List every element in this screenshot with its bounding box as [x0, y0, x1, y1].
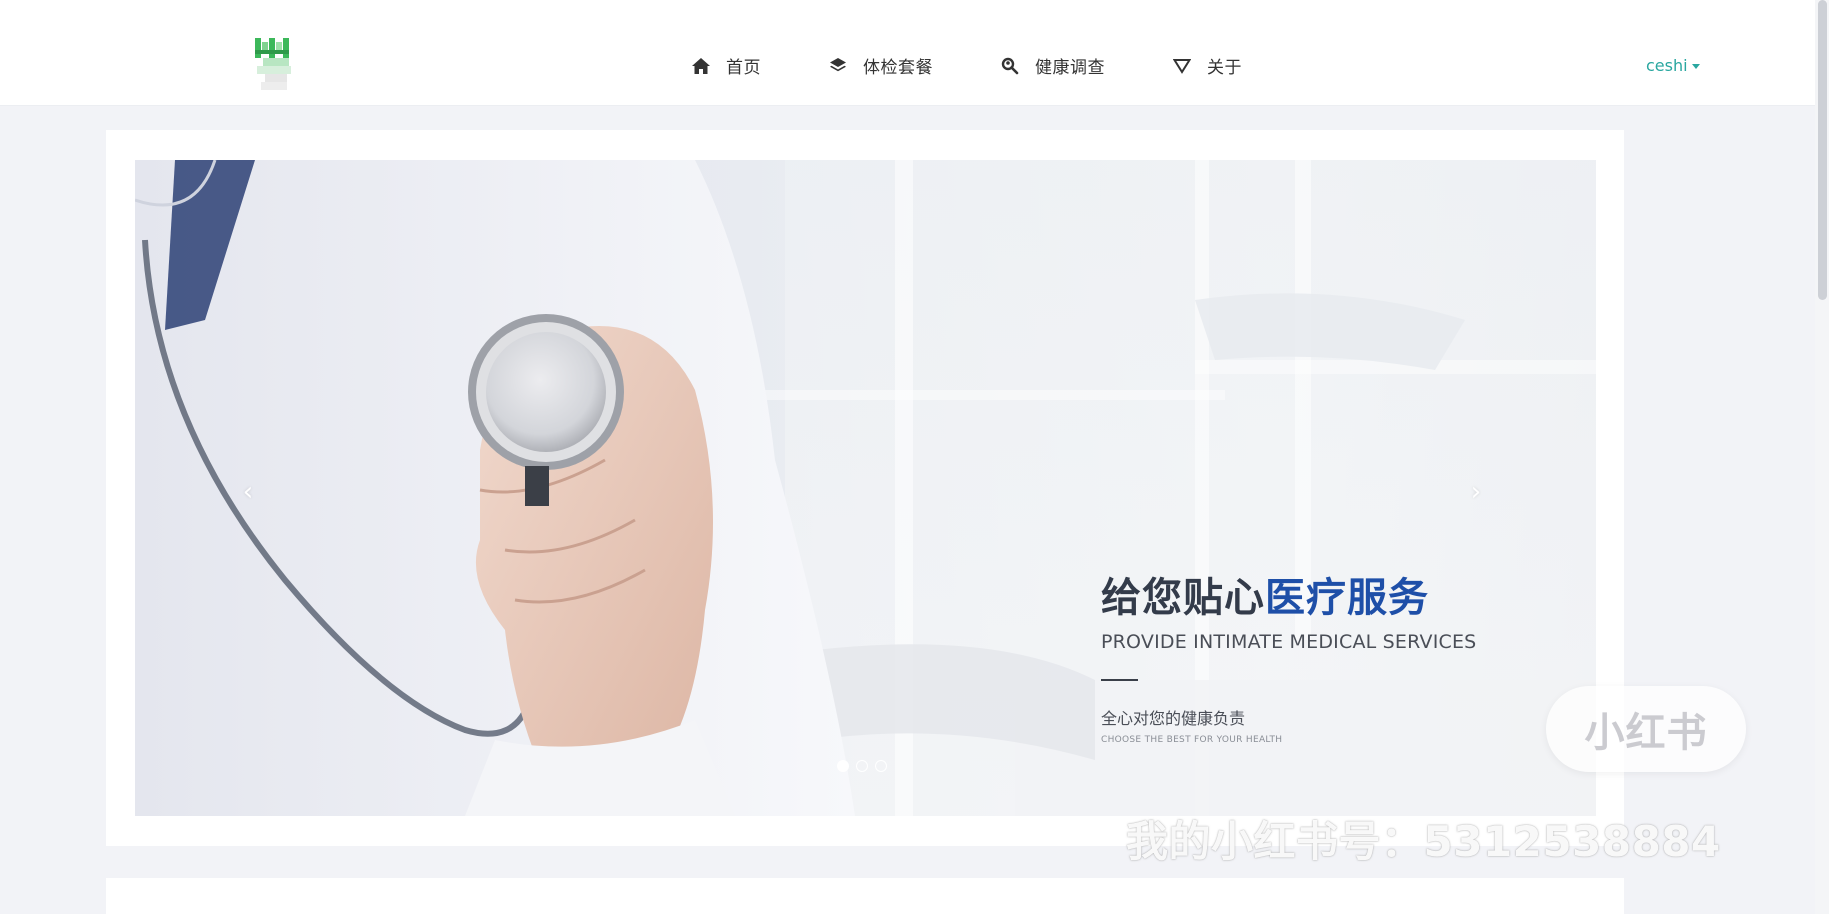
- carousel-dot[interactable]: [856, 760, 868, 772]
- caption-divider: [1101, 679, 1138, 681]
- carousel-indicators: [837, 760, 894, 772]
- nav-item-home[interactable]: 首页: [690, 53, 761, 78]
- slide-tagline-en: CHOOSE THE BEST FOR YOUR HEALTH: [1101, 735, 1283, 745]
- nav-item-about[interactable]: 关于: [1171, 53, 1242, 78]
- slide-subtitle-en: PROVIDE INTIMATE MEDICAL SERVICES: [1101, 631, 1477, 653]
- watermark-badge-text: 小红书: [1584, 710, 1708, 756]
- slide-caption: 给您贴心医疗服务 PROVIDE INTIMATE MEDICAL SERVIC…: [1101, 565, 1476, 745]
- headline-accent: 医疗服务: [1265, 575, 1429, 621]
- headline-dark: 给您贴心: [1101, 575, 1265, 621]
- search-user-icon: [999, 55, 1021, 77]
- content-panel: [106, 878, 1624, 914]
- carousel-next-arrow[interactable]: ›: [1466, 477, 1486, 507]
- user-menu[interactable]: ceshi: [1646, 56, 1700, 75]
- carousel-prev-arrow[interactable]: ‹: [238, 477, 258, 507]
- watermark-badge: 小红书: [1546, 686, 1746, 772]
- nav-item-label: 首页: [726, 58, 761, 78]
- top-navbar: 首页 体检套餐 健康调查 关于 ceshi: [0, 0, 1829, 106]
- layers-icon: [827, 55, 849, 77]
- banner-carousel[interactable]: 给您贴心医疗服务 PROVIDE INTIMATE MEDICAL SERVIC…: [135, 160, 1596, 816]
- carousel-dot[interactable]: [875, 760, 887, 772]
- site-logo[interactable]: [253, 36, 301, 96]
- scrollbar-thumb[interactable]: [1818, 0, 1827, 300]
- main-nav: 首页 体检套餐 健康调查 关于: [690, 53, 1308, 78]
- nav-item-packages[interactable]: 体检套餐: [827, 53, 933, 78]
- triangle-down-icon: [1171, 55, 1193, 77]
- slide-tagline: 全心对您的健康负责: [1101, 709, 1246, 728]
- watermark-text: 我的小红书号：5312538884: [1126, 817, 1721, 866]
- scrollbar[interactable]: [1815, 0, 1829, 914]
- caret-down-icon: [1691, 64, 1700, 69]
- nav-item-label: 健康调查: [1035, 58, 1105, 78]
- carousel-dot[interactable]: [837, 760, 849, 772]
- username: ceshi: [1646, 56, 1688, 75]
- slide-headline: 给您贴心医疗服务: [1101, 565, 1476, 623]
- nav-item-label: 关于: [1207, 58, 1242, 78]
- home-icon: [690, 55, 712, 77]
- nav-item-survey[interactable]: 健康调查: [999, 53, 1105, 78]
- nav-item-label: 体检套餐: [863, 58, 933, 78]
